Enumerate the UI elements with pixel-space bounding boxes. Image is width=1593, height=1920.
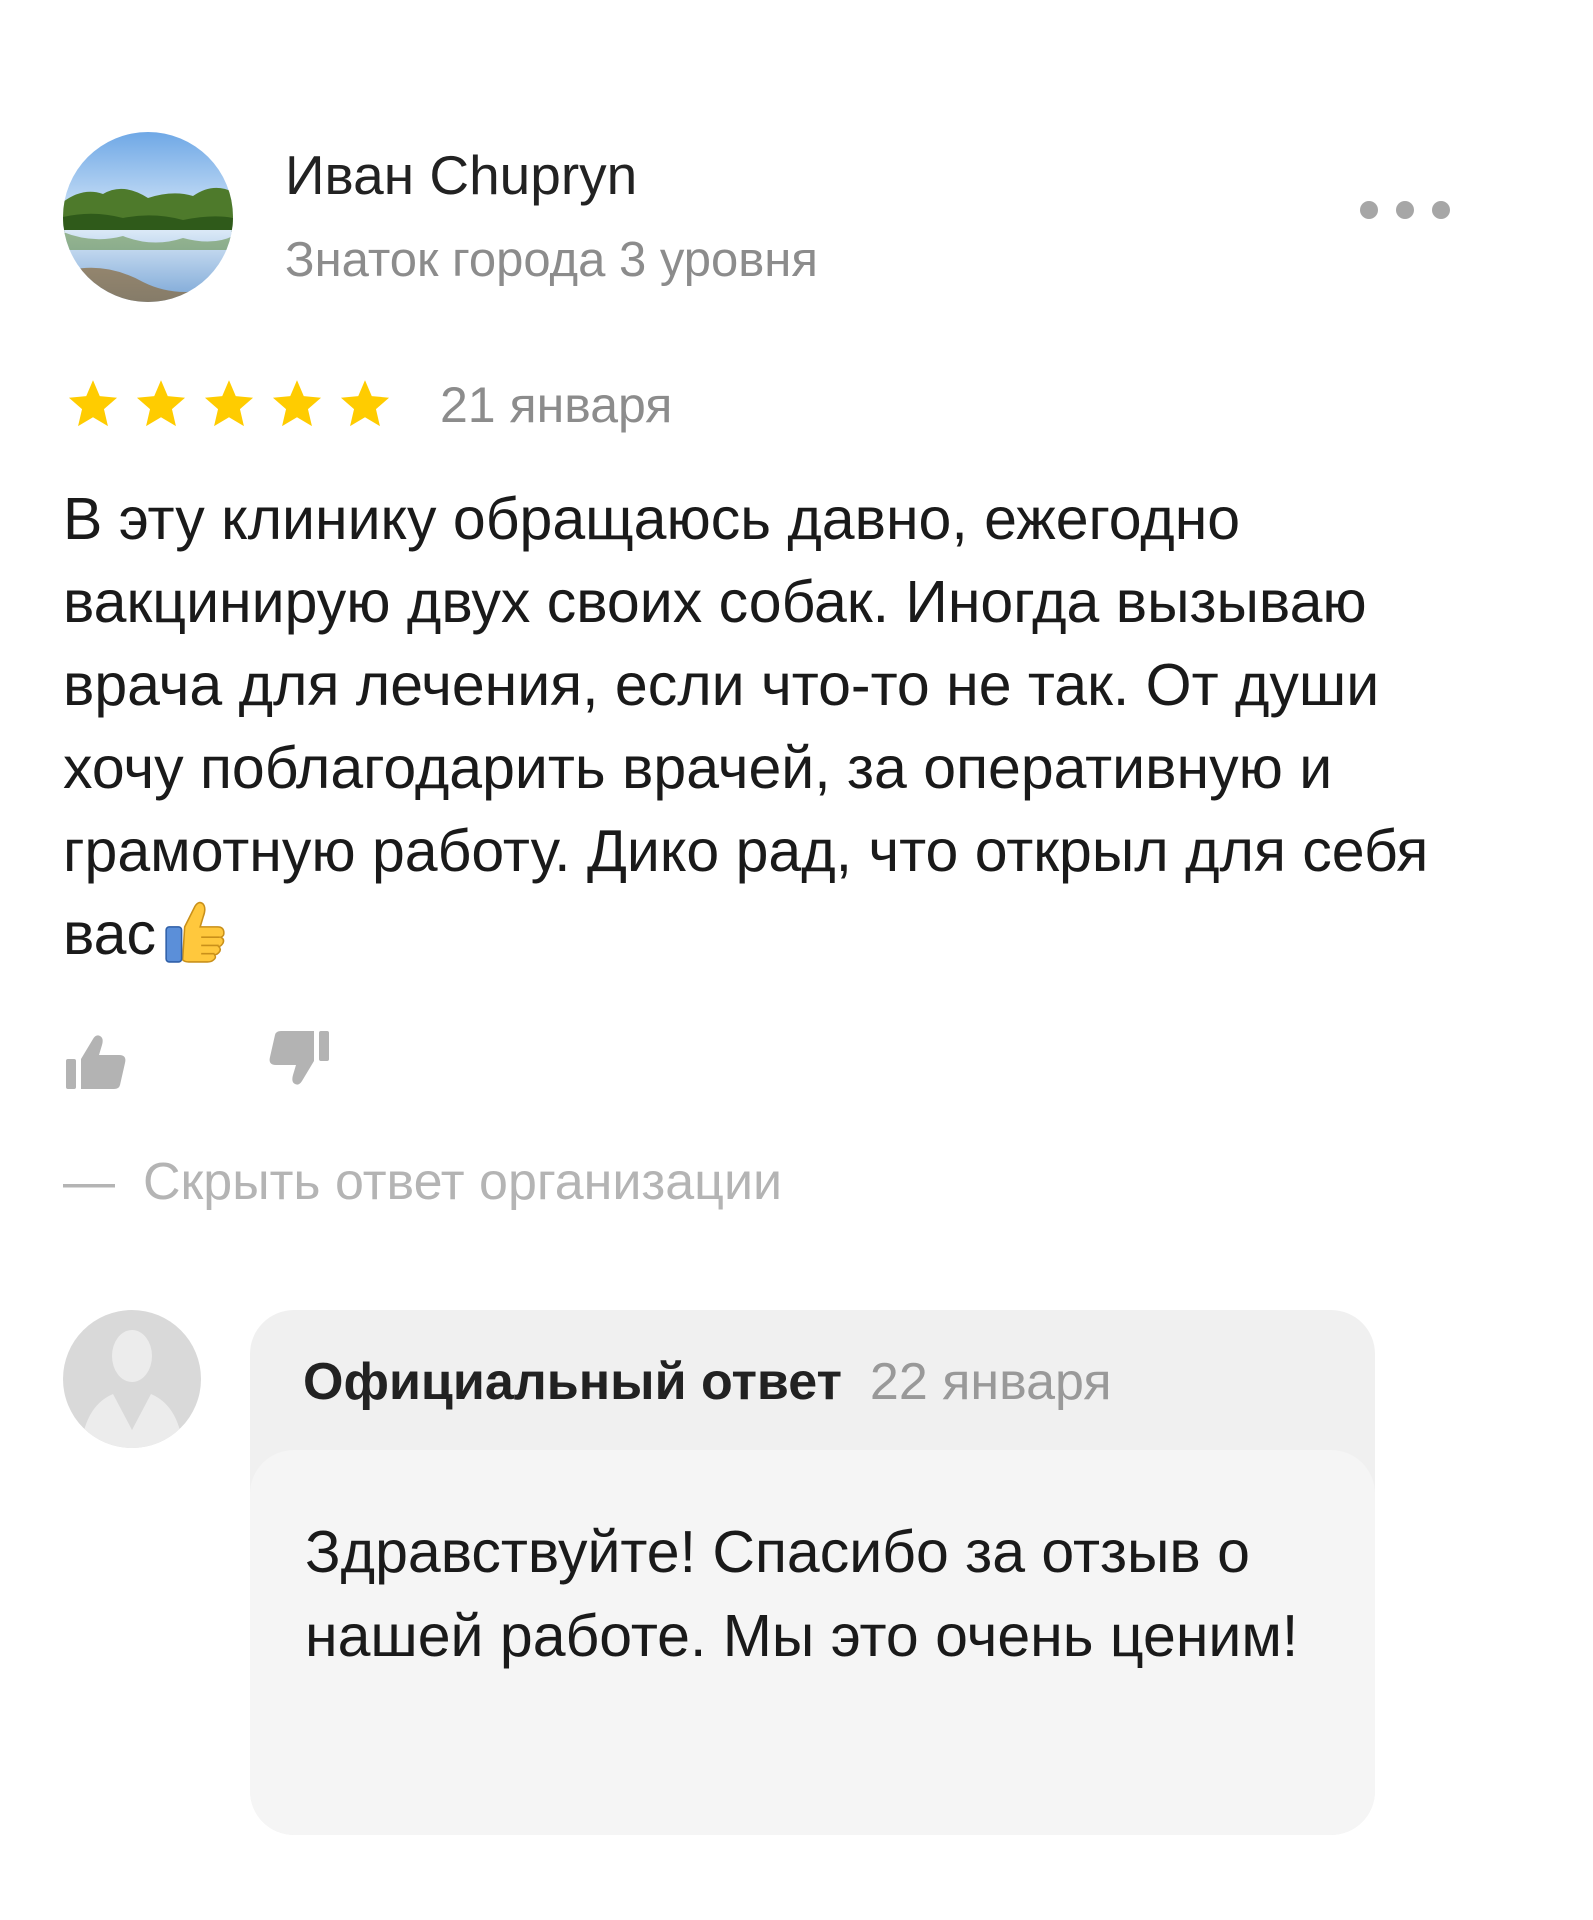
dislike-button[interactable] xyxy=(262,1025,332,1095)
rating-stars xyxy=(63,376,395,432)
thumbs-down-icon xyxy=(269,1031,329,1085)
star-icon xyxy=(340,380,390,427)
star-icon xyxy=(204,380,254,427)
hide-org-answer-toggle[interactable]: — Скрыть ответ организации xyxy=(63,1150,782,1214)
hide-org-answer-label: Скрыть ответ организации xyxy=(143,1153,783,1211)
author-avatar[interactable] xyxy=(63,132,233,302)
author-level: Знаток города 3 уровня xyxy=(285,233,818,287)
landscape-lake-photo xyxy=(63,132,233,302)
like-button[interactable] xyxy=(63,1025,133,1095)
org-reply-text: Здравствуйте! Спасибо за отзыв о нашей р… xyxy=(305,1519,1299,1669)
more-dots-icon xyxy=(1432,201,1450,219)
org-reply-date: 22 января xyxy=(869,1353,1112,1411)
placeholder-person-icon xyxy=(63,1310,201,1448)
author-name[interactable]: Иван Chupryn xyxy=(285,142,637,208)
review-text-content: В эту клинику обращаюсь давно, ежегодно … xyxy=(63,486,1429,967)
org-reply-card: Официальный ответ 22 января Здравствуйте!… xyxy=(250,1310,1375,1835)
star-icon xyxy=(68,380,118,427)
review-date: 21 января xyxy=(440,377,673,433)
star-icon xyxy=(272,380,322,427)
more-dots-icon xyxy=(1396,201,1414,219)
org-avatar xyxy=(63,1310,201,1448)
thumbs-up-icon xyxy=(66,1035,126,1089)
org-reply-header: Официальный ответ 22 января xyxy=(303,1350,1112,1414)
dash-icon: — xyxy=(63,1153,115,1211)
more-options-button[interactable] xyxy=(1360,190,1450,230)
thumbs-up-emoji xyxy=(165,901,225,963)
star-icon xyxy=(136,380,186,427)
review-text: В эту клинику обращаюсь давно, ежегодно … xyxy=(63,478,1483,976)
org-reply-body: Здравствуйте! Спасибо за отзыв о нашей р… xyxy=(250,1450,1375,1835)
org-reply-title: Официальный ответ xyxy=(303,1353,842,1411)
more-dots-icon xyxy=(1360,201,1378,219)
